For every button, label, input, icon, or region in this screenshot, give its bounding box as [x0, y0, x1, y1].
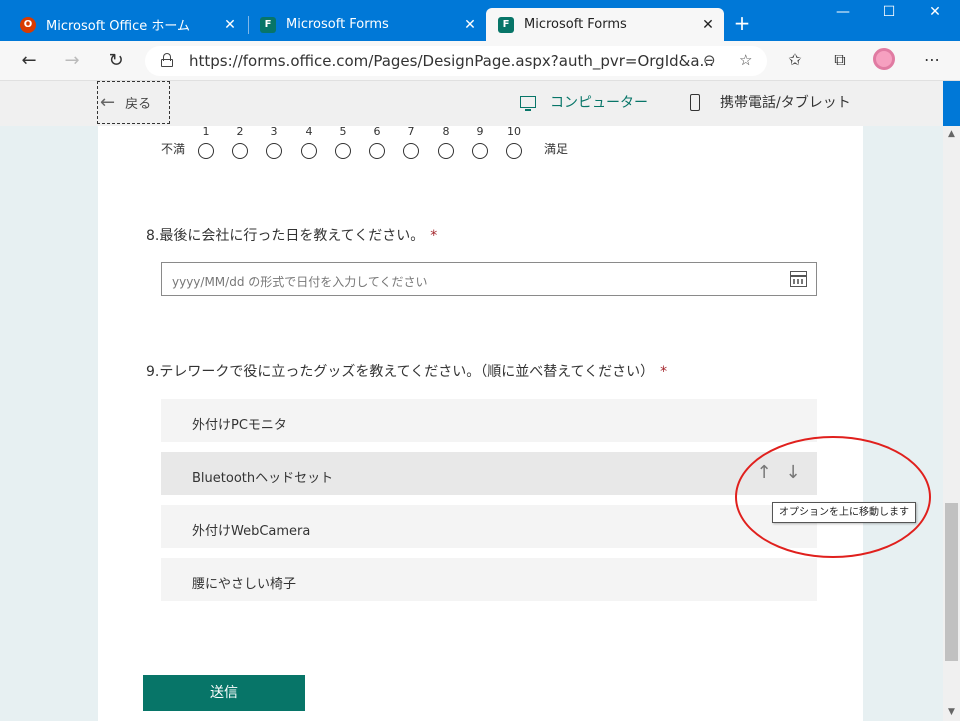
move-up-arrow-icon[interactable]: ↑ — [754, 462, 774, 483]
tab-microsoft-forms-active[interactable]: F Microsoft Forms ✕ — [486, 8, 724, 41]
tab-microsoft-forms[interactable]: F Microsoft Forms ✕ — [248, 8, 486, 41]
browser-titlebar: O Microsoft Office ホーム ✕ F Microsoft For… — [0, 0, 960, 41]
close-window-button[interactable]: ✕ — [912, 4, 958, 20]
tab-close-icon[interactable]: ✕ — [220, 17, 240, 33]
forms-preview-header: ← 戻る コンピューター 携帯電話/タブレット — [0, 81, 943, 126]
tab-label: Microsoft Office ホーム — [46, 19, 190, 34]
scale-number: 6 — [373, 125, 381, 138]
required-mark: * — [660, 364, 668, 380]
tab-close-icon[interactable]: ✕ — [698, 17, 718, 33]
scale-radio-8[interactable] — [438, 143, 454, 159]
date-input[interactable]: yyyy/MM/dd の形式で日付を入力してください — [161, 262, 817, 296]
ranking-option[interactable]: 外付けPCモニタ — [161, 399, 817, 442]
date-placeholder: yyyy/MM/dd の形式で日付を入力してください — [172, 275, 428, 289]
favorites-icon[interactable]: ✩ — [783, 50, 807, 69]
ranking-option[interactable]: 外付けWebCamera — [161, 505, 817, 548]
scale-number: 7 — [407, 125, 415, 138]
scale-number: 2 — [236, 125, 244, 138]
scroll-thumb[interactable] — [945, 503, 958, 661]
scale-radio-4[interactable] — [301, 143, 317, 159]
back-button[interactable]: ← 戻る — [97, 81, 170, 124]
view-computer-button[interactable]: コンピューター — [520, 92, 648, 112]
refresh-icon[interactable]: ↻ — [104, 49, 128, 73]
ranking-option[interactable]: Bluetoothヘッドセット ↑ ↓ — [161, 452, 817, 495]
scale-number: 4 — [305, 125, 313, 138]
question-9-title: 9.テレワークで役に立ったグッズを教えてください。（順に並べ替えてください） * — [146, 361, 667, 381]
view-mobile-button[interactable]: 携帯電話/タブレット — [690, 92, 851, 112]
question-number: 9. — [146, 364, 160, 380]
question-text: 最後に会社に行った日を教えてください。 — [159, 228, 425, 244]
scale-left-label: 不満 — [161, 142, 186, 156]
zoom-icon[interactable]: ⊖ — [703, 51, 716, 69]
back-arrow-icon: ← — [100, 92, 116, 113]
profile-avatar[interactable] — [873, 48, 895, 70]
ranking-option-label: 外付けPCモニタ — [192, 418, 287, 433]
scale-radio-3[interactable] — [266, 143, 282, 159]
url-text: https://forms.office.com/Pages/DesignPag… — [189, 52, 714, 70]
view-computer-label: コンピューター — [550, 95, 648, 111]
view-mobile-label: 携帯電話/タブレット — [720, 95, 851, 111]
tab-label: Microsoft Forms — [524, 17, 627, 32]
ranking-option-label: 外付けWebCamera — [192, 524, 311, 539]
favorite-star-icon[interactable]: ☆ — [739, 51, 752, 69]
office-icon: O — [20, 16, 36, 33]
scale-radio-6[interactable] — [369, 143, 385, 159]
scale-radio-9[interactable] — [472, 143, 488, 159]
submit-button[interactable]: 送信 — [143, 675, 305, 711]
question-8-title: 8.最後に会社に行った日を教えてください。 * — [146, 225, 437, 245]
scale-radio-2[interactable] — [232, 143, 248, 159]
phone-icon — [690, 93, 700, 111]
tab-close-icon[interactable]: ✕ — [460, 17, 480, 33]
forms-icon: F — [498, 16, 514, 33]
scale-number: 9 — [476, 125, 484, 138]
minimize-button[interactable]: — — [820, 4, 866, 20]
lock-icon — [161, 53, 173, 67]
scale-number: 5 — [339, 125, 347, 138]
move-up-tooltip: オプションを上に移動します — [772, 502, 916, 523]
tab-office-home[interactable]: O Microsoft Office ホーム ✕ — [8, 8, 246, 41]
new-tab-button[interactable]: + — [730, 11, 754, 35]
monitor-icon — [520, 96, 536, 111]
ranking-option-label: Bluetoothヘッドセット — [192, 471, 334, 486]
maximize-button[interactable]: ☐ — [866, 4, 912, 20]
back-label: 戻る — [125, 97, 152, 112]
required-mark: * — [430, 228, 438, 244]
scale-number: 1 — [202, 125, 210, 138]
scrollbar[interactable]: ▲ ▼ — [943, 126, 960, 721]
scale-number: 10 — [507, 125, 521, 138]
address-toolbar: ← → ↻ https://forms.office.com/Pages/Des… — [0, 41, 960, 81]
question-text: テレワークで役に立ったグッズを教えてください。（順に並べ替えてください） — [159, 364, 655, 380]
forms-icon: F — [260, 16, 276, 33]
scroll-down-icon[interactable]: ▼ — [943, 704, 960, 721]
ranking-option[interactable]: 腰にやさしい椅子 — [161, 558, 817, 601]
forward-arrow-icon[interactable]: → — [60, 49, 84, 73]
scale-radio-10[interactable] — [506, 143, 522, 159]
address-bar[interactable]: https://forms.office.com/Pages/DesignPag… — [145, 46, 767, 76]
tab-label: Microsoft Forms — [286, 17, 389, 32]
scale-right-label: 満足 — [544, 142, 569, 156]
more-menu-icon[interactable]: ⋯ — [920, 50, 944, 69]
back-arrow-icon[interactable]: ← — [17, 49, 41, 73]
ranking-option-label: 腰にやさしい椅子 — [192, 577, 297, 592]
scale-number: 8 — [442, 125, 450, 138]
scale-radio-1[interactable] — [198, 143, 214, 159]
scroll-up-icon[interactable]: ▲ — [943, 126, 960, 143]
move-down-arrow-icon[interactable]: ↓ — [783, 462, 803, 483]
question-number: 8. — [146, 228, 160, 244]
scale-number: 3 — [270, 125, 278, 138]
collections-icon[interactable]: ⧉ — [828, 50, 852, 70]
scale-radio-7[interactable] — [403, 143, 419, 159]
scale-radio-5[interactable] — [335, 143, 351, 159]
calendar-icon[interactable] — [789, 271, 807, 287]
